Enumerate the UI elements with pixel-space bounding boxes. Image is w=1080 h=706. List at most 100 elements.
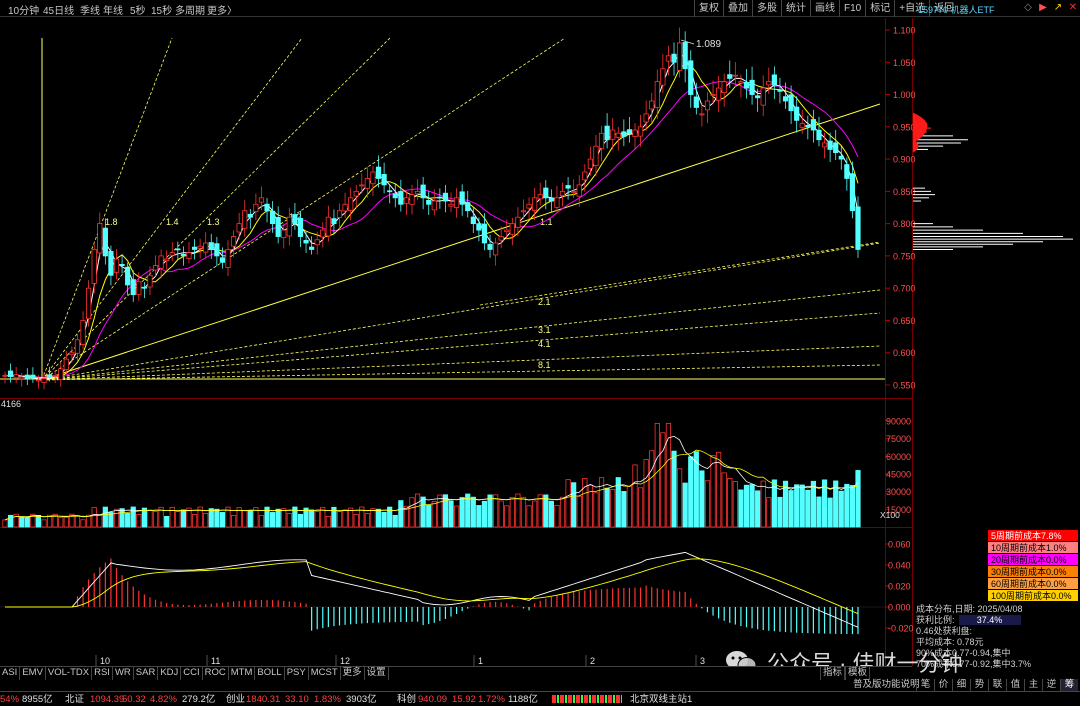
indicator-tab[interactable]: ASI <box>0 667 21 680</box>
candle-body <box>515 216 521 228</box>
toolbar-button[interactable]: 复权 <box>694 0 723 17</box>
toolbar-button[interactable]: 画线 <box>810 0 839 17</box>
volume-bar <box>526 505 532 528</box>
candle-body <box>710 94 716 96</box>
side-tab[interactable]: 筹 <box>1060 679 1078 691</box>
fan-label: 1.3 <box>207 217 220 227</box>
candle-body <box>593 145 599 166</box>
candle-body <box>738 81 744 84</box>
indicator-tab[interactable]: CCI <box>181 667 203 680</box>
cost-legend-item[interactable]: 5周期前成本7.8% <box>988 530 1078 542</box>
candle-body <box>242 210 248 229</box>
volume-bar <box>788 490 794 528</box>
volume-bar <box>63 516 69 528</box>
cost-legend-item[interactable]: 20周期前成本0.0% <box>988 554 1078 566</box>
toolbar-button[interactable]: 叠加 <box>723 0 752 17</box>
arrow-icon[interactable]: ↗ <box>1052 1 1064 14</box>
indicator-tab[interactable]: ROC <box>203 667 229 680</box>
candle-body <box>314 239 320 246</box>
period-tab[interactable]: 更多〉 <box>207 2 237 17</box>
indicator-tab[interactable]: EMV <box>20 667 46 680</box>
volume-bar <box>626 485 633 528</box>
indicator-tab[interactable]: MTM <box>229 667 256 680</box>
side-tab[interactable]: 细 <box>952 679 970 691</box>
side-tab[interactable]: 值 <box>1006 679 1024 691</box>
chip-cost-area <box>913 112 928 143</box>
candle-body <box>258 197 265 203</box>
candle-body <box>35 379 42 382</box>
candle-body <box>554 197 560 208</box>
indicator-tab[interactable]: WR <box>113 667 134 680</box>
indicator-tab[interactable]: KDJ <box>158 667 182 680</box>
server-name[interactable]: 北京双线主站1 <box>630 692 692 706</box>
toolbar-button[interactable]: F10 <box>839 0 865 17</box>
chuangye-label[interactable]: 创业 <box>226 692 245 706</box>
volume-bar <box>816 496 822 528</box>
volume-bar <box>314 511 320 528</box>
candle-body <box>270 210 276 225</box>
candle-body <box>520 210 527 213</box>
volume-bar <box>74 515 81 528</box>
candle-body <box>437 196 443 199</box>
indicator-tab[interactable]: 设置 <box>365 667 389 680</box>
period-tab[interactable]: 多周期 <box>175 2 205 17</box>
period-tab[interactable]: 5秒 <box>130 2 146 17</box>
model-tab[interactable]: 指标 <box>820 667 846 680</box>
volume-bar <box>392 515 398 528</box>
kline-chart-area[interactable]: 1.100 1.050 1.000 0.950 0.900 0.850 0.800 0.750… <box>0 18 1080 666</box>
indicator-tab[interactable]: PSY <box>285 667 309 680</box>
help-link[interactable]: 普及版功能说明 <box>852 679 921 691</box>
indicator-tab[interactable]: SAR <box>134 667 159 680</box>
period-tab[interactable]: 年线 <box>103 2 123 17</box>
volume-bar <box>509 496 515 528</box>
close-icon[interactable]: ✕ <box>1067 1 1079 14</box>
toolbar-button[interactable]: 标记 <box>865 0 894 17</box>
cost-legend-item[interactable]: 30周期前成本0.0% <box>988 566 1078 578</box>
side-tab[interactable]: 逆 <box>1042 679 1060 691</box>
fan-label: 3.1 <box>538 325 551 335</box>
volume-bar <box>838 490 844 528</box>
cost-legend-item[interactable]: 60周期前成本0.0% <box>988 578 1078 590</box>
period-tab[interactable]: 45日线 <box>43 2 74 17</box>
toolbar-button[interactable]: 统计 <box>781 0 810 17</box>
candle-body <box>141 286 147 289</box>
period-tab[interactable]: 15秒 <box>151 2 172 17</box>
indicator-tab[interactable]: 更多 <box>341 667 365 680</box>
volume-bar <box>414 493 421 528</box>
candle-body <box>598 132 605 149</box>
side-tab[interactable]: 笔 <box>916 679 934 691</box>
period-tab[interactable]: 季线 <box>80 2 100 17</box>
indicator-tab[interactable]: BOLL <box>255 667 285 680</box>
fan-line <box>41 345 881 381</box>
diamond-icon[interactable]: ◇ <box>1022 1 1034 14</box>
volume-bar <box>164 515 170 528</box>
volume-bar <box>727 478 733 528</box>
volume-bar <box>576 495 582 528</box>
price-tick-label: 0.550 <box>893 381 916 391</box>
volume-bar <box>113 508 120 528</box>
period-tab[interactable]: 10分钟 <box>8 2 39 17</box>
volume-bar <box>671 450 677 528</box>
candle-body <box>794 106 800 121</box>
cost-legend-item[interactable]: 10周期前成本1.0% <box>988 542 1078 554</box>
side-tab[interactable]: 联 <box>988 679 1006 691</box>
indicator-tab[interactable]: RSI <box>92 667 113 680</box>
side-tab[interactable]: 价 <box>934 679 952 691</box>
side-tab[interactable]: 势 <box>970 679 988 691</box>
cost-legend-item[interactable]: 100周期前成本0.0% <box>988 590 1078 602</box>
beizheng-label[interactable]: 北证 <box>65 692 84 706</box>
kechuang-label[interactable]: 科创 <box>397 692 416 706</box>
candle-body <box>325 216 331 237</box>
indicator-tab[interactable]: VOL-TDX <box>46 667 93 680</box>
flag-icon[interactable]: ▶ <box>1037 1 1049 14</box>
candle-body <box>420 184 426 199</box>
indicator-tab[interactable]: MCST <box>309 667 341 680</box>
volume-bar <box>2 519 8 528</box>
profit-row: 获利比例: 37.4% <box>916 615 1080 626</box>
chuangye-change: 33.10 <box>285 694 309 705</box>
side-tab[interactable]: 主 <box>1024 679 1042 691</box>
volume-bar <box>810 480 816 528</box>
toolbar-button[interactable]: 多股 <box>752 0 781 17</box>
volume-bar <box>80 519 86 528</box>
support-line <box>479 241 881 306</box>
